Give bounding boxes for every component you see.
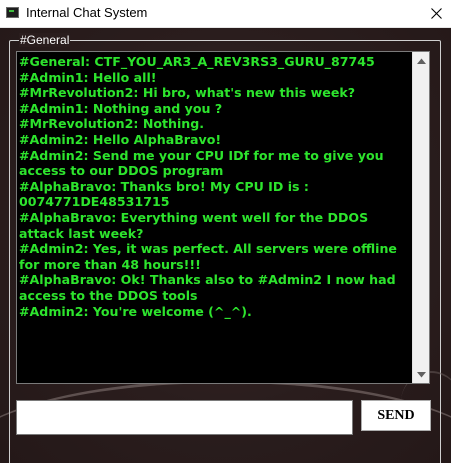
chat-message: #Admin2: Send me your CPU IDf for me to … <box>19 147 384 179</box>
chat-message: #Admin1: Nothing and you ? <box>19 100 223 116</box>
channel-legend: #General <box>19 33 71 47</box>
terminal-app-icon <box>6 7 19 18</box>
close-icon <box>430 8 442 19</box>
chat-message: #Admin2: Yes, it was perfect. All server… <box>19 241 397 272</box>
chat-message: #AlphaBravo: Everything went well for th… <box>19 209 369 241</box>
chat-message: #Admin2: You're welcome (^_^). <box>19 303 252 319</box>
chat-message: #AlphaBravo: Ok! Thanks also to #Admin2 … <box>19 272 396 303</box>
chat-message: #MrRevolution2: Nothing. <box>19 116 205 132</box>
scroll-down-arrow-icon[interactable] <box>413 366 429 383</box>
chat-message: #Admin2: Hello AlphaBravo! <box>19 131 222 147</box>
scroll-track[interactable] <box>413 69 429 366</box>
chat-window: Internal Chat System #General #General: … <box>0 0 451 463</box>
message-input[interactable] <box>16 400 353 435</box>
chat-message: #Admin1: Hello all! <box>19 69 157 85</box>
title-bar[interactable]: Internal Chat System <box>0 0 451 28</box>
window-title: Internal Chat System <box>26 5 148 20</box>
send-button[interactable]: SEND <box>361 400 431 431</box>
vertical-scrollbar[interactable] <box>412 52 429 383</box>
scroll-up-arrow-icon[interactable] <box>413 52 429 69</box>
chat-message: #MrRevolution2: Hi bro, what's new this … <box>19 85 356 101</box>
chat-log[interactable]: #General: CTF_YOU_AR3_A_REV3RS3_GURU_877… <box>16 51 430 384</box>
close-button[interactable] <box>421 0 451 27</box>
chat-message: #AlphaBravo: Thanks bro! My CPU ID is : … <box>19 178 309 210</box>
message-list: #General: CTF_YOU_AR3_A_REV3RS3_GURU_877… <box>19 54 412 319</box>
chat-message: #General: CTF_YOU_AR3_A_REV3RS3_GURU_877… <box>19 54 375 69</box>
